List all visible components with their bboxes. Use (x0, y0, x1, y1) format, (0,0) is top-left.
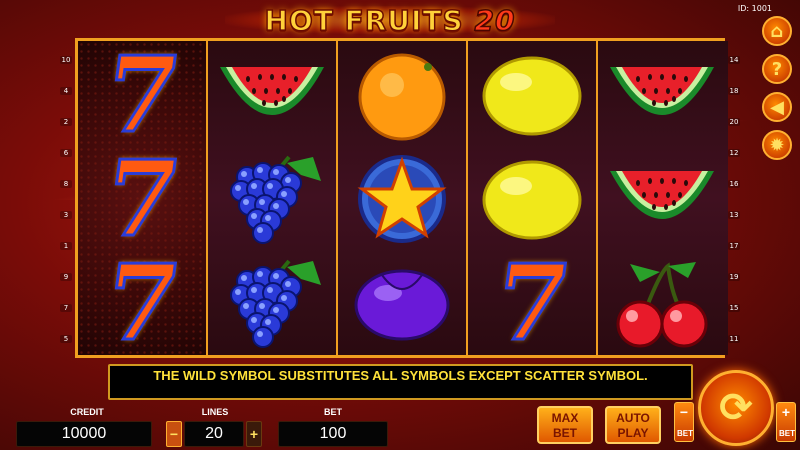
payline-number: 1 (60, 242, 72, 250)
logo-title: HOT FRUITS 20 (264, 3, 516, 38)
auto-play-button[interactable]: AUTO PLAY (605, 406, 661, 444)
orange-symbol (338, 43, 466, 147)
payline-number: 12 (728, 149, 740, 157)
lines-label: LINES (201, 407, 229, 417)
bet-value: 100 (278, 421, 388, 447)
sound-icon: ◀ (770, 96, 784, 118)
auto-play-label-1: AUTO (616, 411, 650, 425)
bet-decrease-label: BET (677, 429, 693, 438)
payline-number: 16 (728, 180, 740, 188)
payline-number: 5 (60, 335, 72, 343)
seven-symbol: 7 (96, 32, 189, 158)
reels-frame: 7777 (75, 32, 728, 366)
home-button[interactable]: ⌂ (762, 16, 792, 46)
grapes-symbol (208, 147, 336, 251)
payline-number: 8 (60, 180, 72, 188)
seven-symbol: 7 (486, 240, 579, 366)
lines-increase-button[interactable]: + (246, 421, 262, 447)
minus-icon: − (679, 404, 689, 420)
spin-button[interactable]: ⟳ (698, 370, 774, 446)
payline-number: 20 (728, 118, 740, 126)
star-symbol (338, 147, 466, 251)
help-button[interactable]: ? (762, 54, 792, 84)
payline-number: 9 (60, 273, 72, 281)
payline-number: 10 (60, 56, 72, 64)
reel-2 (208, 41, 338, 355)
max-bet-label-2: BET (553, 426, 577, 440)
watermelon-symbol (208, 43, 336, 147)
settings-icon: ✹ (769, 134, 785, 156)
payline-number: 14 (728, 56, 740, 64)
bet-label: BET (324, 407, 342, 417)
payline-number: 7 (60, 304, 72, 312)
payline-number: 4 (60, 87, 72, 95)
payline-number: 18 (728, 87, 740, 95)
lines-value: 20 (184, 421, 244, 447)
plum-symbol (338, 251, 466, 355)
payline-number: 13 (728, 211, 740, 219)
payline-number: 15 (728, 304, 740, 312)
payline-number: 2 (60, 118, 72, 126)
seven-symbol: 7 (96, 240, 189, 366)
payline-number: 6 (60, 149, 72, 157)
lines-decrease-button[interactable]: − (166, 421, 182, 447)
left-payline-indicators: 10 4 2 6 8 3 1 9 7 5 (60, 42, 72, 354)
cherries-symbol (598, 251, 726, 355)
game-logo: HOT FRUITS 20 (225, 0, 555, 40)
payline-number: 3 (60, 211, 72, 219)
lemon-symbol (468, 43, 596, 147)
bet-decrease-button[interactable]: − BET (674, 402, 694, 442)
logo-number: 20 (474, 3, 516, 38)
sound-button[interactable]: ◀ (762, 92, 792, 122)
credit-value: 10000 (16, 421, 152, 447)
reel-1: 777 (78, 32, 208, 366)
watermelon-symbol (598, 43, 726, 147)
lemon-symbol (468, 147, 596, 251)
bet-increase-button[interactable]: + BET (776, 402, 796, 442)
credit-label: CREDIT (70, 407, 104, 417)
info-message: THE WILD SYMBOL SUBSTITUTES ALL SYMBOLS … (108, 364, 693, 400)
auto-play-label-2: PLAY (617, 426, 649, 440)
bet-increase-label: BET (779, 429, 795, 438)
home-icon: ⌂ (770, 20, 784, 42)
spin-icon: ⟳ (719, 385, 753, 431)
grapes-symbol (208, 251, 336, 355)
payline-number: 19 (728, 273, 740, 281)
reel-4: 7 (468, 41, 598, 366)
reel-5 (598, 41, 728, 355)
payline-number: 11 (728, 335, 740, 343)
right-payline-indicators: 14 18 20 12 16 13 17 19 15 11 (728, 42, 740, 354)
max-bet-label-1: MAX (551, 411, 579, 425)
payline-number: 17 (728, 242, 740, 250)
game-id-label: ID: 1001 (737, 4, 772, 13)
seven-symbol: 7 (96, 136, 189, 262)
help-icon: ? (771, 58, 783, 80)
max-bet-button[interactable]: MAX BET (537, 406, 593, 444)
watermelon-symbol (598, 147, 726, 251)
settings-button[interactable]: ✹ (762, 130, 792, 160)
reel-3 (338, 41, 468, 355)
plus-icon: + (781, 404, 791, 420)
